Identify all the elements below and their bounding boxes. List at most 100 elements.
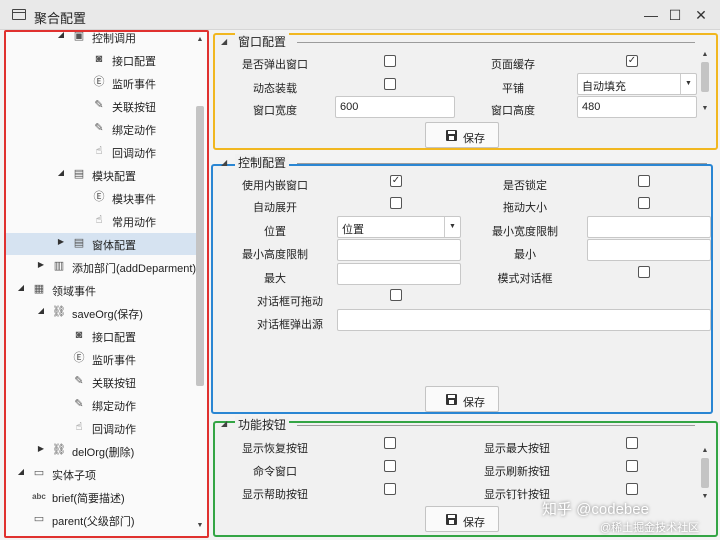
maximize-button-checkbox[interactable]	[626, 437, 638, 449]
group-divider	[297, 163, 707, 164]
collapse-arrow-icon[interactable]: ◢	[221, 158, 227, 167]
page-cache-checkbox[interactable]: ✓	[626, 55, 638, 67]
minimize-button[interactable]: —	[640, 5, 662, 25]
locked-checkbox[interactable]	[638, 175, 650, 187]
popup-window-checkbox[interactable]	[384, 55, 396, 67]
tree-item[interactable]: Ⓔ 模块事件	[6, 187, 196, 209]
bubble-icon: ◙	[75, 329, 83, 341]
tile-select-value: 自动填充	[582, 81, 626, 93]
scroll-down-arrow-icon[interactable]: ▼	[701, 493, 709, 500]
tree-item[interactable]: ▶ ▥ 添加部门(addDeparment)	[6, 256, 196, 278]
expand-arrow-icon[interactable]: ▶	[56, 237, 66, 246]
tree-item[interactable]: Ⓔ 监听事件	[6, 348, 196, 370]
expand-arrow-icon[interactable]: ▶	[36, 444, 46, 453]
min-height-label: 最小高度限制	[242, 249, 308, 261]
collapse-arrow-icon[interactable]: ◢	[221, 37, 227, 46]
window-config-save-button[interactable]: 保存	[425, 122, 499, 148]
tree-item-label: 常用动作	[112, 217, 156, 229]
form-icon: ▥	[53, 260, 65, 272]
tab-icon: ▭	[33, 513, 45, 525]
help-button-checkbox[interactable]	[384, 483, 396, 495]
tree-item[interactable]: ◙ 接口配置	[6, 325, 196, 347]
popup-source-input[interactable]	[337, 309, 711, 331]
min-width-input[interactable]	[587, 216, 711, 238]
scroll-up-arrow-icon[interactable]: ▲	[701, 447, 709, 454]
function-buttons-save-button[interactable]: 保存	[425, 506, 499, 532]
tree-item-label: delOrg(删除)	[72, 447, 135, 459]
tree-item[interactable]: ☝ 回调动作	[6, 417, 196, 439]
dynamic-load-checkbox[interactable]	[384, 78, 396, 90]
title-bar: 聚合配置 — ☐ ✕	[0, 0, 720, 30]
tree-item[interactable]: ☝ 常用动作	[6, 210, 196, 232]
tile-select[interactable]: 自动填充 ▼	[577, 73, 697, 95]
scrollbar-thumb[interactable]	[701, 458, 709, 488]
close-button[interactable]: ✕	[690, 5, 712, 25]
tile-label: 平铺	[502, 83, 524, 95]
tree-item-label: 模块配置	[92, 171, 136, 183]
tree-item[interactable]: ◢ ▭ 实体子项	[6, 463, 196, 485]
tree-item[interactable]: ◙ 接口配置	[6, 49, 196, 71]
tree-item[interactable]: Ⓔ 监听事件	[6, 72, 196, 94]
tree-item-label: brief(简要描述)	[52, 493, 125, 505]
auto-expand-label: 自动展开	[253, 202, 297, 214]
watermark-primary: 知乎 @codebee	[542, 501, 649, 518]
max-input[interactable]	[337, 263, 461, 285]
collapse-arrow-icon[interactable]: ◢	[221, 419, 227, 428]
position-select[interactable]: 位置 ▼	[337, 216, 461, 238]
scroll-up-arrow-icon[interactable]: ▲	[701, 51, 709, 58]
tree-item[interactable]: ✎ 关联按钮	[6, 371, 196, 393]
maximize-button[interactable]: ☐	[664, 5, 686, 25]
chevron-down-icon[interactable]: ▼	[680, 74, 696, 94]
window-config-group: 窗口配置 ◢ 是否弹出窗口 页面缓存 ✓ 动态装载 平铺 自动填充 ▼ 窗口宽度…	[213, 33, 718, 150]
min-input[interactable]	[587, 239, 711, 261]
save-disk-icon	[446, 394, 457, 405]
min-height-input[interactable]	[337, 239, 461, 261]
tree-item[interactable]: ◢ ▤ 模块配置	[6, 164, 196, 186]
use-inner-window-checkbox[interactable]: ✓	[390, 175, 402, 187]
expand-arrow-icon[interactable]: ▶	[36, 260, 46, 269]
scroll-down-arrow-icon[interactable]: ▼	[196, 522, 204, 529]
pin-button-checkbox[interactable]	[626, 483, 638, 495]
window-config-scrollbar[interactable]: ▲ ▼	[700, 51, 710, 115]
command-window-checkbox[interactable]	[384, 460, 396, 472]
watermark-secondary: @稀土掘金技术社区	[600, 522, 700, 534]
tree-scrollbar[interactable]: ▲ ▼	[195, 36, 205, 532]
tree-item[interactable]: ▭ parent(父级部门)	[6, 509, 196, 531]
document-icon: ▤	[73, 168, 85, 180]
refresh-button-checkbox[interactable]	[626, 460, 638, 472]
tree-item[interactable]: ☝ 回调动作	[6, 141, 196, 163]
collapse-arrow-icon[interactable]: ◢	[36, 306, 46, 315]
tree-item[interactable]: ✎ 绑定动作	[6, 394, 196, 416]
tree-item[interactable]: ✎ 关联按钮	[6, 95, 196, 117]
window-width-input[interactable]: 600	[335, 96, 455, 118]
auto-expand-checkbox[interactable]	[390, 197, 402, 209]
collapse-arrow-icon[interactable]: ◢	[56, 32, 66, 39]
tree-item[interactable]: ✎ 绑定动作	[6, 118, 196, 140]
tree-item[interactable]: abc brief(简要描述)	[6, 486, 196, 508]
draggable-checkbox[interactable]	[390, 289, 402, 301]
scrollbar-thumb[interactable]	[701, 62, 709, 92]
function-buttons-scrollbar[interactable]: ▲ ▼	[700, 447, 710, 503]
save-disk-icon	[446, 130, 457, 141]
window-height-input[interactable]: 480	[577, 96, 697, 118]
restore-button-checkbox[interactable]	[384, 437, 396, 449]
scroll-down-arrow-icon[interactable]: ▼	[701, 105, 709, 112]
scroll-up-arrow-icon[interactable]: ▲	[196, 36, 204, 43]
tree-item[interactable]: ▶ ▤ 窗体配置	[6, 233, 196, 255]
chevron-down-icon[interactable]: ▼	[444, 217, 460, 237]
position-select-value: 位置	[342, 224, 364, 236]
collapse-arrow-icon[interactable]: ◢	[16, 467, 26, 476]
collapse-arrow-icon[interactable]: ◢	[16, 283, 26, 292]
maximize-button-label: 显示最大按钮	[484, 443, 550, 455]
modal-checkbox[interactable]	[638, 266, 650, 278]
pointer-hand-icon: ☝	[95, 214, 103, 226]
tree-item[interactable]: ◢ ▣ 控制调用	[6, 32, 196, 48]
window-title: 聚合配置	[34, 11, 87, 26]
tree-item[interactable]: ▶ ⛓ delOrg(删除)	[6, 440, 196, 462]
tree-item[interactable]: ◢ ▦ 领域事件	[6, 279, 196, 301]
drag-resize-checkbox[interactable]	[638, 197, 650, 209]
control-config-save-button[interactable]: 保存	[425, 386, 499, 412]
collapse-arrow-icon[interactable]: ◢	[56, 168, 66, 177]
tree-item[interactable]: ◢ ⛓ saveOrg(保存)	[6, 302, 196, 324]
tree-scrollbar-thumb[interactable]	[196, 106, 204, 386]
